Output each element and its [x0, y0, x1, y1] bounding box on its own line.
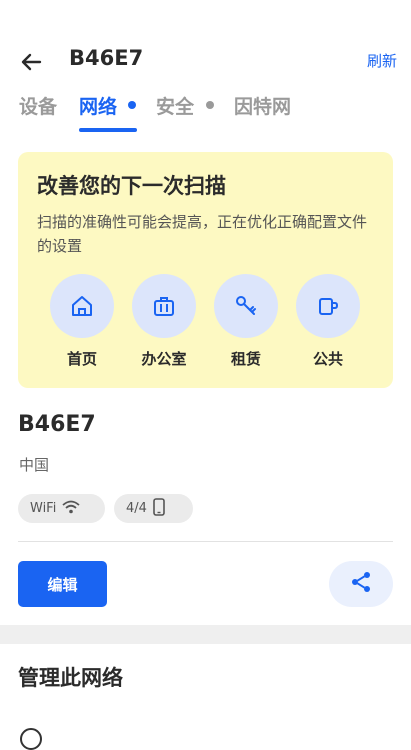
refresh-button[interactable]: 刷新	[367, 50, 397, 71]
profile-option-rental[interactable]: 租赁	[213, 274, 279, 369]
scan-improvement-card: 改善您的下一次扫描 扫描的准确性可能会提高，正在优化正确配置文件的设置 首页 办…	[18, 152, 393, 388]
profile-option-label: 首页	[66, 350, 97, 368]
manage-network-heading: 管理此网络	[18, 666, 123, 690]
profile-option-label: 租赁	[230, 350, 261, 368]
tab-security-dot	[206, 101, 214, 109]
network-name: B46E7	[18, 412, 96, 437]
profile-option-office[interactable]: 办公室	[131, 274, 197, 369]
list-item-icon	[20, 728, 42, 750]
profile-option-public[interactable]: 公共	[295, 274, 361, 369]
back-arrow-icon[interactable]	[18, 48, 46, 76]
tab-bar: 设备 网络 安全 因特网	[0, 88, 411, 132]
tab-security[interactable]: 安全	[156, 92, 194, 119]
profile-option-label: 办公室	[141, 350, 187, 368]
top-bar: B46E7 刷新	[0, 36, 411, 86]
share-button[interactable]	[329, 561, 393, 607]
coffee-cup-icon	[296, 274, 360, 338]
chip-label: WiFi	[30, 501, 57, 516]
profile-option-home[interactable]: 首页	[49, 274, 115, 369]
card-title: 改善您的下一次扫描	[37, 174, 226, 198]
tab-network[interactable]: 网络	[79, 92, 117, 119]
devices-count-chip: 4/4	[114, 494, 193, 523]
edit-button[interactable]: 编辑	[18, 561, 107, 607]
home-icon	[50, 274, 114, 338]
section-separator-band	[0, 625, 411, 644]
tab-devices[interactable]: 设备	[19, 92, 57, 119]
page-title: B46E7	[69, 46, 144, 70]
network-country: 中国	[19, 456, 50, 474]
card-description: 扫描的准确性可能会提高，正在优化正确配置文件的设置	[37, 213, 368, 255]
share-icon	[349, 570, 373, 598]
phone-icon	[153, 497, 165, 520]
profile-option-label: 公共	[312, 350, 343, 368]
chip-label: 4/4	[126, 501, 147, 516]
key-icon	[214, 274, 278, 338]
active-tab-indicator	[79, 128, 137, 132]
tab-internet[interactable]: 因特网	[234, 92, 291, 119]
wifi-chip: WiFi	[18, 494, 105, 523]
briefcase-icon	[132, 274, 196, 338]
tab-network-dot	[128, 101, 136, 109]
wifi-icon	[62, 500, 80, 518]
section-divider	[18, 541, 393, 542]
